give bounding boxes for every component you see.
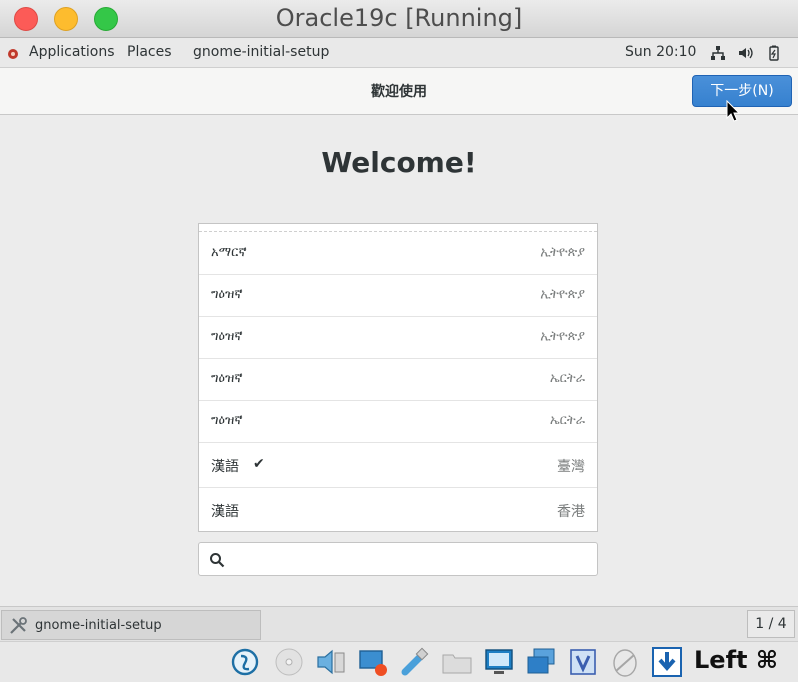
language-region: ኢትዮጵያ [540,287,585,302]
battery-icon[interactable] [766,45,782,61]
language-row[interactable]: ግዕዝኛ ኢትዮጵያ [199,317,597,359]
app-menu[interactable]: gnome-initial-setup [193,44,329,60]
language-name: አማርኛ [211,245,247,260]
gnome-foot-icon [8,49,18,59]
gnome-top-bar: Applications Places gnome-initial-setup … [0,38,798,68]
language-row[interactable]: ግዕዝኛ ኢትዮጵያ [199,275,597,317]
network-adapter-icon[interactable] [358,647,388,677]
clock[interactable]: Sun 20:10 [625,44,696,60]
language-name: 漢語 [211,459,239,475]
language-region: ኢትዮጵያ [540,245,585,260]
optical-drive-icon[interactable] [274,647,304,677]
usb-icon[interactable] [400,647,430,677]
language-row[interactable]: ግዕዝኛ ኤርትራ [199,401,597,443]
places-menu[interactable]: Places [127,44,172,60]
language-region: 臺灣 [557,459,585,475]
mouse-cursor-icon [726,100,740,122]
shared-folders-icon[interactable] [442,647,472,677]
mouse-integration-icon[interactable] [610,647,640,677]
audio-icon[interactable] [316,647,346,677]
welcome-heading: Welcome! [321,146,477,179]
gnome-window-list: gnome-initial-setup 1 / 4 [0,606,798,641]
task-gnome-initial-setup[interactable]: gnome-initial-setup [1,610,261,640]
video-capture-icon[interactable] [526,647,556,677]
window-title: Oracle19c [Running] [275,4,523,32]
host-key-arrow-icon[interactable] [652,647,682,677]
language-row[interactable]: አማርኛ ኢትዮጵያ [199,233,597,275]
cpu-virtualization-icon[interactable] [568,647,598,677]
language-name: ግዕዝኛ [211,371,243,386]
language-row-selected[interactable]: 漢語 ✔ 臺灣 [199,443,597,488]
language-region: ኢትዮጵያ [540,329,585,344]
setup-header-bar: 歡迎使用 [0,68,798,115]
language-name: ግዕዝኛ [211,287,243,302]
language-row[interactable]: 漢語 香港 [199,488,597,531]
virtualbox-status-bar: Left ⌘ [0,641,798,682]
language-name: 漢語 [211,504,239,520]
language-name: ግዕዝኛ [211,413,243,428]
applications-menu[interactable]: Applications [29,44,115,60]
task-label: gnome-initial-setup [35,618,162,633]
checkmark-icon: ✔ [253,456,265,472]
language-name: ግዕዝኛ [211,329,243,344]
tools-icon [10,617,27,634]
language-search-input[interactable] [198,542,598,576]
language-list[interactable]: አማርኛ ኢትዮጵያ ግዕዝኛ ኢትዮጵያ ግዕዝኛ ኢትዮጵያ ግዕዝኛ ኤር… [198,223,598,532]
host-key-label: Left ⌘ [694,646,779,674]
list-scroll-edge [199,224,597,232]
next-button[interactable]: 下一步(N) [692,75,792,107]
volume-icon[interactable] [737,45,753,61]
language-region: ኤርትራ [549,413,585,428]
setup-page-title: 歡迎使用 [371,84,427,100]
language-row[interactable]: ግዕዝኛ ኤርትራ [199,359,597,401]
hard-disk-icon[interactable] [230,647,260,677]
workspace-indicator[interactable]: 1 / 4 [747,610,795,638]
network-icon[interactable] [710,45,726,61]
language-region: ኤርትራ [549,371,585,386]
search-icon [210,553,225,568]
display-icon[interactable] [484,647,514,677]
window-titlebar: Oracle19c [Running] [0,0,798,38]
language-region: 香港 [557,504,585,520]
